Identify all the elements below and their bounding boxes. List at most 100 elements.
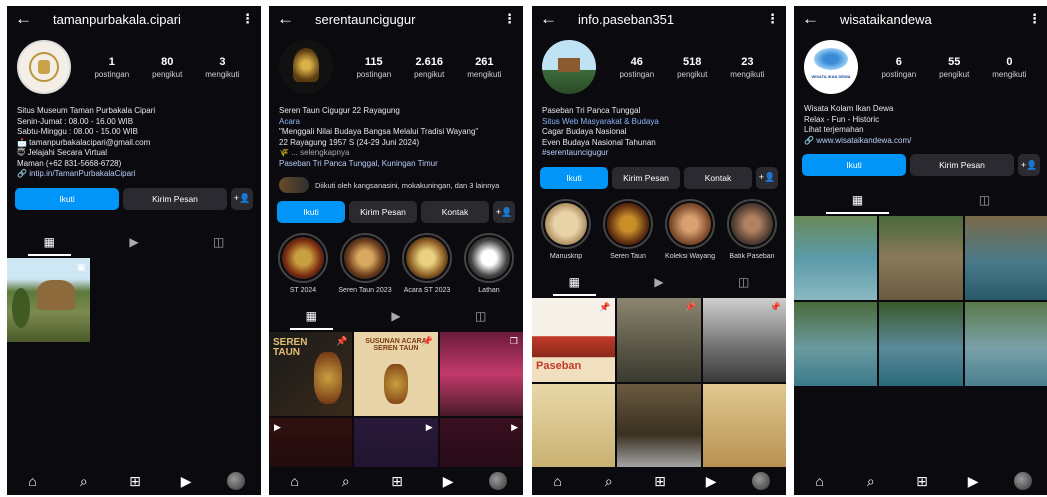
home-icon[interactable]: ⌂	[23, 473, 43, 489]
add-person-icon[interactable]: +👤	[493, 201, 515, 223]
reels-icon[interactable]: ▶	[701, 473, 721, 490]
stat-followers[interactable]: 80 pengikut	[152, 56, 182, 79]
add-person-icon[interactable]: +👤	[1018, 154, 1040, 176]
post-thumbnail[interactable]: Paseban 📌	[532, 297, 616, 382]
highlight-item[interactable]: Koleksi Wayang	[662, 198, 718, 260]
home-icon[interactable]: ⌂	[810, 473, 830, 489]
stat-posts[interactable]: 46 postingan	[619, 56, 654, 79]
stat-posts[interactable]: 115 postingan	[356, 56, 391, 79]
highlight-item[interactable]: Lathan	[461, 233, 517, 294]
stat-following[interactable]: 261 mengikuti	[467, 56, 501, 79]
avatar[interactable]	[279, 40, 333, 94]
search-icon[interactable]: ⌕	[336, 473, 356, 490]
stat-followers[interactable]: 55 pengikut	[939, 56, 969, 79]
post-thumbnail[interactable]	[794, 216, 878, 300]
bio-hashtag[interactable]: #serentauncigugur	[542, 148, 776, 159]
reels-icon[interactable]: ▶	[963, 473, 983, 490]
post-thumbnail[interactable]	[964, 302, 1047, 386]
more-options-icon[interactable]: ⋮	[503, 11, 516, 27]
contact-button[interactable]: Kontak	[684, 166, 752, 189]
grid-tab-icon[interactable]: ▦	[794, 186, 921, 214]
stat-posts[interactable]: 6 postingan	[881, 56, 916, 79]
post-thumbnail[interactable]	[702, 383, 786, 468]
stat-followers[interactable]: 518 pengikut	[677, 56, 707, 79]
post-thumbnail[interactable]	[964, 216, 1047, 300]
post-thumbnail[interactable]: ❐	[439, 332, 523, 416]
post-thumbnail[interactable]	[617, 383, 701, 468]
own-profile-avatar[interactable]	[752, 472, 771, 490]
post-thumbnail[interactable]	[532, 383, 616, 468]
post-thumbnail[interactable]	[794, 302, 878, 386]
stat-posts[interactable]: 1 postingan	[94, 56, 129, 79]
own-profile-avatar[interactable]	[227, 472, 246, 490]
highlight-item[interactable]: Seren Taun	[600, 198, 656, 260]
own-profile-avatar[interactable]	[1014, 472, 1033, 490]
highlight-item[interactable]: Acara ST 2023	[399, 233, 455, 294]
message-button[interactable]: Kirim Pesan	[612, 166, 680, 189]
tagged-tab-icon[interactable]: ◫	[438, 302, 523, 330]
stat-following[interactable]: 23 mengikuti	[730, 56, 764, 79]
follow-button[interactable]: Ikuti	[540, 166, 608, 189]
back-arrow-icon[interactable]: ←	[802, 9, 826, 29]
reels-icon[interactable]: ▶	[438, 473, 458, 490]
bio-link[interactable]: 🔗 www.wisataikandewa.com/	[804, 136, 1038, 147]
message-button[interactable]: Kirim Pesan	[349, 201, 417, 223]
back-arrow-icon[interactable]: ←	[540, 9, 564, 29]
grid-tab-icon[interactable]: ▦	[7, 228, 92, 256]
highlight-item[interactable]: Manuskrip	[538, 198, 594, 260]
followed-by[interactable]: Diikuti oleh kangsanasini, mokakuningan,…	[269, 169, 523, 193]
avatar[interactable]	[542, 40, 596, 94]
back-arrow-icon[interactable]: ←	[277, 9, 301, 29]
highlight-item[interactable]: Batik Paseban	[724, 198, 780, 260]
create-post-icon[interactable]: ⊞	[387, 473, 407, 490]
home-icon[interactable]: ⌂	[285, 473, 305, 489]
post-thumbnail[interactable]: 📌	[617, 297, 701, 382]
more-options-icon[interactable]: ⋮	[241, 11, 254, 27]
add-person-icon[interactable]: +👤	[231, 187, 253, 210]
highlight-item[interactable]: Seren Taun 2023	[337, 233, 393, 294]
tagged-tab-icon[interactable]: ◫	[176, 228, 261, 256]
search-icon[interactable]: ⌕	[861, 473, 881, 490]
contact-button[interactable]: Kontak	[421, 201, 489, 223]
message-button[interactable]: Kirim Pesan	[910, 154, 1014, 176]
reels-tab-icon[interactable]: ▶	[617, 268, 702, 296]
grid-tab-icon[interactable]: ▦	[269, 302, 354, 330]
grid-tab-icon[interactable]: ▦	[532, 268, 617, 296]
tagged-tab-icon[interactable]: ◫	[701, 268, 786, 296]
follow-button[interactable]: Ikuti	[277, 201, 345, 223]
search-icon[interactable]: ⌕	[74, 473, 94, 490]
post-thumbnail[interactable]	[879, 302, 963, 386]
follow-button[interactable]: Ikuti	[15, 187, 119, 210]
bio-location-link[interactable]: Paseban Tri Panca Tunggal, Kuningan Timu…	[279, 159, 513, 170]
reels-tab-icon[interactable]: ▶	[354, 302, 439, 330]
back-arrow-icon[interactable]: ←	[15, 9, 39, 29]
post-thumbnail[interactable]: SEREN TAUN 📌	[269, 332, 353, 416]
tagged-tab-icon[interactable]: ◫	[921, 186, 1047, 214]
add-person-icon[interactable]: +👤	[756, 166, 778, 189]
reels-icon[interactable]: ▶	[176, 473, 196, 490]
bio-link[interactable]: 🔗 intip.in/TamanPurbakalaCipari	[17, 169, 251, 180]
stat-followers[interactable]: 2.616 pengikut	[414, 56, 444, 79]
home-icon[interactable]: ⌂	[548, 473, 568, 489]
stat-following[interactable]: 0 mengikuti	[992, 56, 1026, 79]
post-thumbnail[interactable]: 📌	[702, 297, 786, 382]
create-post-icon[interactable]: ⊞	[125, 473, 145, 490]
avatar[interactable]	[17, 40, 71, 94]
more-options-icon[interactable]: ⋮	[766, 11, 779, 27]
post-thumbnail[interactable]: ▣	[7, 257, 91, 342]
create-post-icon[interactable]: ⊞	[650, 473, 670, 490]
search-icon[interactable]: ⌕	[599, 473, 619, 490]
post-thumbnail[interactable]: SUSUNAN ACARA SEREN TAUN 📌	[354, 332, 438, 416]
more-options-icon[interactable]: ⋮	[1028, 11, 1041, 27]
create-post-icon[interactable]: ⊞	[912, 473, 932, 490]
post-thumbnail[interactable]	[879, 216, 963, 300]
reels-tab-icon[interactable]: ▶	[92, 228, 177, 256]
highlight-item[interactable]: ST 2024	[275, 233, 331, 294]
stat-following[interactable]: 3 mengikuti	[205, 56, 239, 79]
avatar[interactable]: WISATA IKAN DEWA	[804, 40, 858, 94]
follow-button[interactable]: Ikuti	[802, 154, 906, 176]
see-translation[interactable]: Lihat terjemahan	[804, 125, 1038, 136]
message-button[interactable]: Kirim Pesan	[123, 187, 227, 210]
own-profile-avatar[interactable]	[489, 472, 508, 490]
bio-more[interactable]: 🌾 ... selengkapnya	[279, 148, 513, 159]
